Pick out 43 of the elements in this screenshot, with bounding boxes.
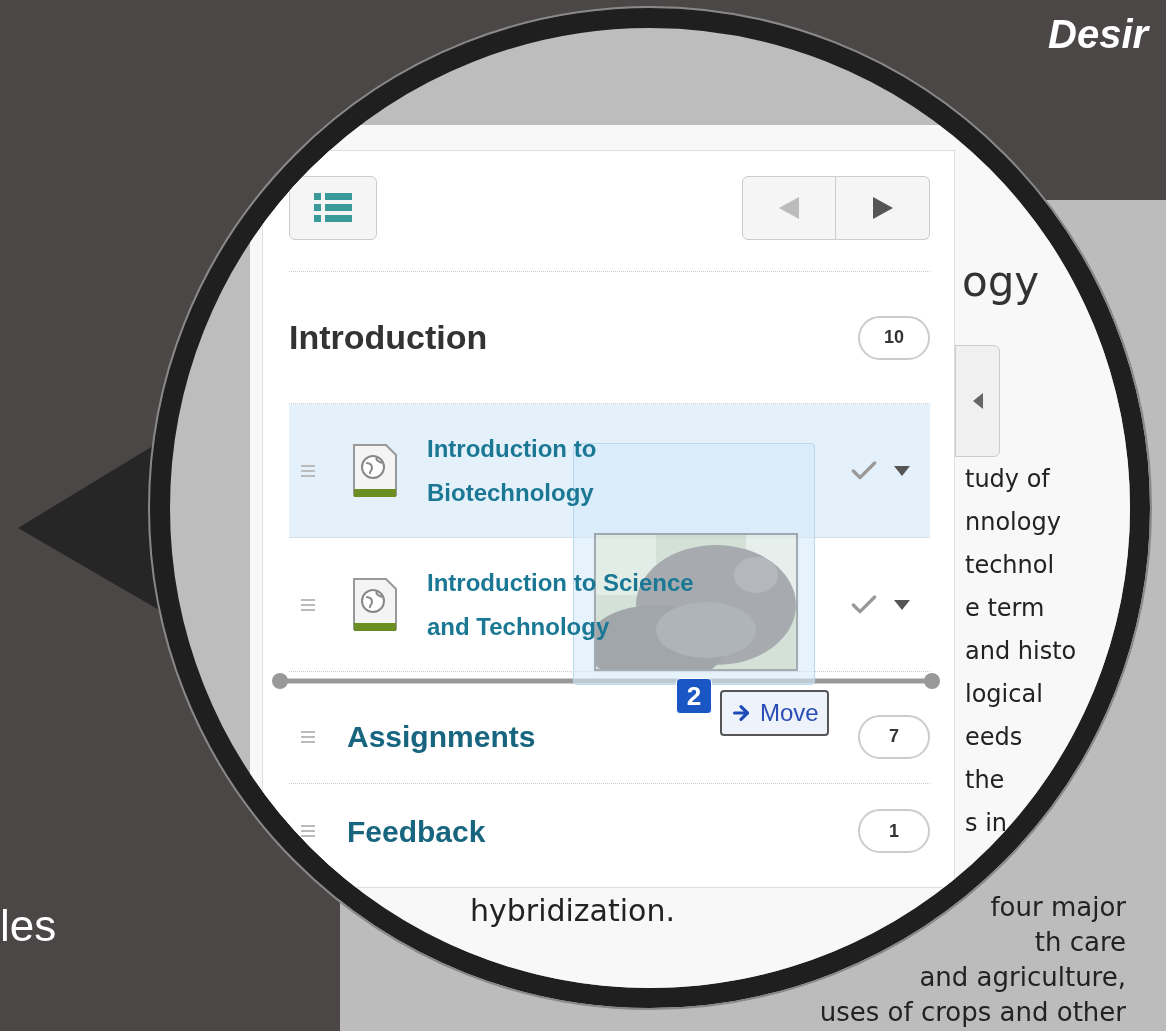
page-text: nnology — [965, 507, 1062, 538]
page-text: and histo — [965, 636, 1077, 667]
collapse-arrow-icon[interactable] — [972, 393, 983, 409]
page-text: logical — [965, 679, 1044, 710]
left-arrow-icon — [779, 197, 799, 219]
list-icon — [314, 193, 352, 223]
item-title[interactable]: Introduction to Biotechnology — [427, 426, 727, 515]
move-tooltip: Move — [720, 690, 829, 736]
page-text: technol — [965, 550, 1056, 581]
outline-button[interactable] — [289, 176, 377, 240]
arrow-icon — [730, 702, 752, 724]
web-page-icon — [351, 576, 399, 633]
next-button[interactable] — [836, 176, 930, 240]
page-text: th care — [1034, 926, 1126, 959]
page-text: four major — [990, 891, 1126, 924]
drag-handle-icon[interactable] — [301, 825, 315, 837]
drag-handle-icon[interactable] — [301, 464, 315, 477]
web-page-icon — [351, 442, 399, 499]
count-badge: 7 — [858, 714, 930, 759]
page-heading: ogy — [962, 256, 1040, 308]
right-arrow-icon — [872, 197, 893, 219]
section-title[interactable]: Introduction — [289, 312, 488, 363]
drag-handle-icon[interactable] — [301, 730, 315, 743]
count-badge: 10 — [858, 315, 930, 360]
caret-icon[interactable] — [894, 599, 910, 610]
content-item[interactable]: Introduction to Biotechnology — [289, 404, 930, 538]
page-text: uses of crops and other — [819, 996, 1126, 1029]
page-text: s in — [965, 808, 1008, 839]
page-text: e term — [965, 593, 1046, 624]
page-text: eeds — [965, 722, 1024, 753]
item-title[interactable]: Introduction to Science and Technology — [427, 560, 727, 649]
count-badge: 2 — [676, 678, 712, 714]
caption-text: les — [0, 900, 57, 952]
page-text: hybridization. — [470, 892, 675, 930]
section-title[interactable]: Feedback — [347, 808, 486, 854]
drag-handle-icon[interactable] — [301, 598, 315, 611]
brand-title: Desir — [1048, 11, 1149, 58]
page-text: tudy of — [965, 464, 1052, 495]
page-text: the — [965, 765, 1006, 796]
caret-icon[interactable] — [894, 465, 910, 476]
page-text: and agriculture, — [919, 961, 1126, 994]
section-title[interactable]: Assignments — [347, 714, 536, 759]
count-badge: 1 — [858, 809, 930, 853]
